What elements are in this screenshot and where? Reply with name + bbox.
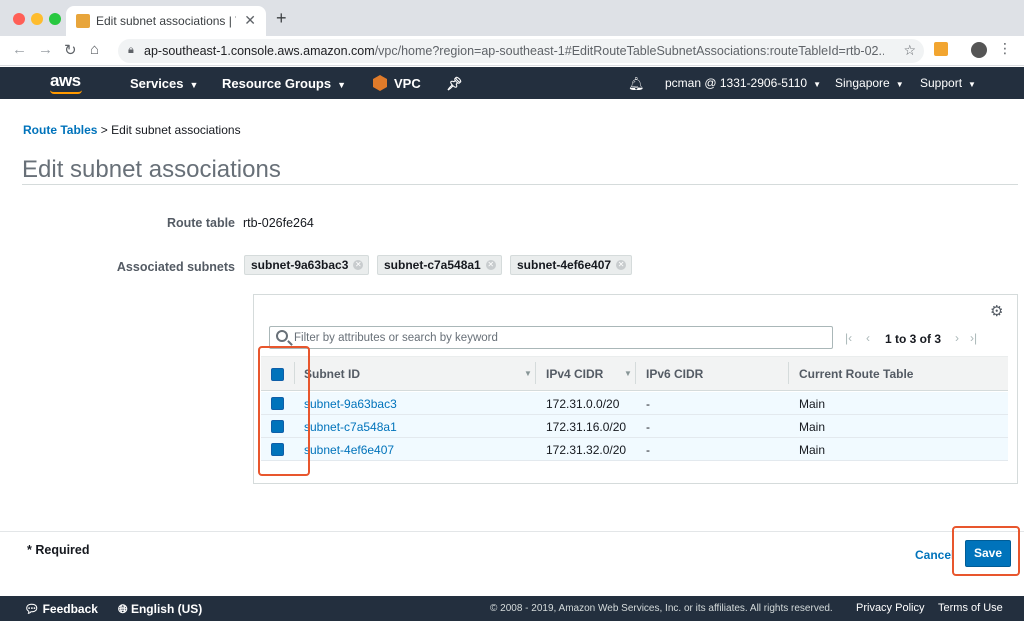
url-text: ap-southeast-1.console.aws.amazon.com/vp… <box>144 44 884 58</box>
route-table-value: rtb-026fe264 <box>243 216 314 230</box>
chevron-down-icon: ▼ <box>189 80 199 90</box>
chevron-down-icon: ▼ <box>813 80 821 89</box>
subnet-chip: subnet-4ef6e407 ✕ <box>510 255 633 275</box>
checkbox-column-highlight <box>258 346 310 476</box>
vpc-service-link[interactable]: VPC <box>394 76 421 91</box>
cancel-button[interactable]: Cancel <box>915 548 954 562</box>
browser-toolbar: ← → ↻ ⌂ 🔒︎ ap-southeast-1.console.aws.am… <box>0 36 1024 66</box>
aws-console-nav: aws Services ▼ Resource Groups ▼ VPC 📌︎ 🔔︎… <box>0 67 1024 99</box>
vpc-service-icon <box>373 75 387 91</box>
globe-icon: 🌐︎ <box>118 602 128 616</box>
close-tab-icon[interactable]: ✕ <box>244 12 256 29</box>
support-menu[interactable]: Support ▼ <box>920 76 976 90</box>
remove-chip-icon[interactable]: ✕ <box>485 260 496 270</box>
feedback-link[interactable]: 💬︎ Feedback <box>24 602 98 616</box>
services-menu[interactable]: Services ▼ <box>130 76 198 91</box>
column-header-ipv6-cidr[interactable]: IPv6 CIDR <box>646 367 703 381</box>
back-arrow-icon[interactable]: ← <box>12 41 27 58</box>
chevron-down-icon: ▼ <box>968 80 976 89</box>
aws-favicon-icon <box>76 14 90 28</box>
region-menu[interactable]: Singapore ▼ <box>835 76 904 90</box>
column-divider <box>635 362 636 384</box>
account-menu[interactable]: pcman @ 1331-2906-5110 ▼ <box>665 76 821 90</box>
first-page-icon[interactable]: |‹ <box>845 331 852 345</box>
pin-icon[interactable]: 📌︎ <box>446 76 463 92</box>
column-header-ipv4-cidr[interactable]: IPv4 CIDR <box>546 367 603 381</box>
lock-icon: 🔒︎ <box>128 44 134 56</box>
breadcrumb-current: Edit subnet associations <box>111 123 241 137</box>
filter-box <box>269 326 833 349</box>
search-icon <box>276 330 288 342</box>
ipv4-cidr-cell: 172.31.32.0/20 <box>546 443 627 457</box>
column-header-current-route-table[interactable]: Current Route Table <box>799 367 913 381</box>
breadcrumb: Route Tables > Edit subnet associations <box>23 123 241 137</box>
column-divider <box>788 362 789 384</box>
reload-icon[interactable]: ↻ <box>64 41 77 59</box>
chevron-down-icon: ▼ <box>337 80 347 90</box>
aws-smile-icon <box>50 90 82 94</box>
window-maximize-button[interactable] <box>49 13 61 25</box>
browser-tab[interactable]: Edit subnet associations | VPC ✕ <box>66 6 266 36</box>
window-close-button[interactable] <box>13 13 25 25</box>
sort-caret-icon[interactable]: ▼ <box>624 369 632 378</box>
gear-icon[interactable]: ⚙ <box>990 302 1003 320</box>
subnet-id-link[interactable]: subnet-4ef6e407 <box>304 443 394 457</box>
language-selector[interactable]: 🌐︎ English (US) <box>118 602 202 617</box>
breadcrumb-route-tables-link[interactable]: Route Tables <box>23 123 97 137</box>
ipv6-cidr-cell: - <box>646 420 650 434</box>
route-table-label: Route table <box>166 216 235 230</box>
remove-chip-icon[interactable]: ✕ <box>616 260 627 270</box>
save-button-highlight <box>952 526 1020 576</box>
new-tab-icon[interactable]: + <box>276 8 287 29</box>
column-divider <box>535 362 536 384</box>
associated-subnets-label: Associated subnets <box>116 260 235 274</box>
window-minimize-button[interactable] <box>31 13 43 25</box>
feedback-bubble-icon: 💬︎ <box>24 602 40 616</box>
tab-title: Edit subnet associations | VPC <box>96 14 236 28</box>
required-note: * Required <box>27 543 90 557</box>
previous-page-icon[interactable]: ‹ <box>866 331 870 345</box>
resource-groups-menu[interactable]: Resource Groups ▼ <box>222 76 346 91</box>
terms-of-use-link[interactable]: Terms of Use <box>938 602 1003 614</box>
ipv4-cidr-cell: 172.31.16.0/20 <box>546 420 627 434</box>
next-page-icon[interactable]: › <box>955 331 959 345</box>
subnet-id-link[interactable]: subnet-9a63bac3 <box>304 397 397 411</box>
sort-caret-icon[interactable]: ▼ <box>524 369 532 378</box>
last-page-icon[interactable]: ›| <box>970 331 977 345</box>
privacy-policy-link[interactable]: Privacy Policy <box>856 602 924 614</box>
browser-tab-bar: Edit subnet associations | VPC ✕ + <box>0 0 1024 36</box>
pagination-text: 1 to 3 of 3 <box>885 332 942 346</box>
extension-icon[interactable] <box>934 42 948 56</box>
route-table-cell: Main <box>799 397 826 411</box>
filter-input[interactable] <box>294 329 824 347</box>
profile-avatar[interactable] <box>971 42 987 58</box>
address-bar[interactable]: 🔒︎ ap-southeast-1.console.aws.amazon.com… <box>118 39 924 63</box>
column-header-subnet-id[interactable]: Subnet ID <box>304 367 360 381</box>
subnet-chip: subnet-9a63bac3 ✕ <box>244 255 370 275</box>
browser-menu-icon[interactable]: ⋮ <box>998 40 1012 57</box>
aws-footer: 💬︎ Feedback 🌐︎ English (US) © 2008 - 201… <box>0 596 1024 621</box>
notifications-bell-icon[interactable]: 🔔︎ <box>628 76 645 92</box>
remove-chip-icon[interactable]: ✕ <box>353 260 364 270</box>
chevron-down-icon: ▼ <box>895 80 904 89</box>
page-title: Edit subnet associations <box>22 156 281 183</box>
aws-logo[interactable]: aws <box>50 71 81 91</box>
forward-arrow-icon[interactable]: → <box>38 41 53 58</box>
ipv6-cidr-cell: - <box>646 397 650 411</box>
subnet-id-link[interactable]: subnet-c7a548a1 <box>304 420 397 434</box>
ipv6-cidr-cell: - <box>646 443 650 457</box>
home-icon[interactable]: ⌂ <box>90 41 99 58</box>
subnet-chip: subnet-c7a548a1 ✕ <box>377 255 502 275</box>
ipv4-cidr-cell: 172.31.0.0/20 <box>546 397 620 411</box>
form-footer-divider <box>0 531 1024 532</box>
route-table-cell: Main <box>799 420 826 434</box>
bookmark-star-icon[interactable]: ☆ <box>903 42 916 59</box>
copyright-text: © 2008 - 2019, Amazon Web Services, Inc.… <box>490 603 833 614</box>
route-table-cell: Main <box>799 443 826 457</box>
title-divider <box>22 184 1018 185</box>
